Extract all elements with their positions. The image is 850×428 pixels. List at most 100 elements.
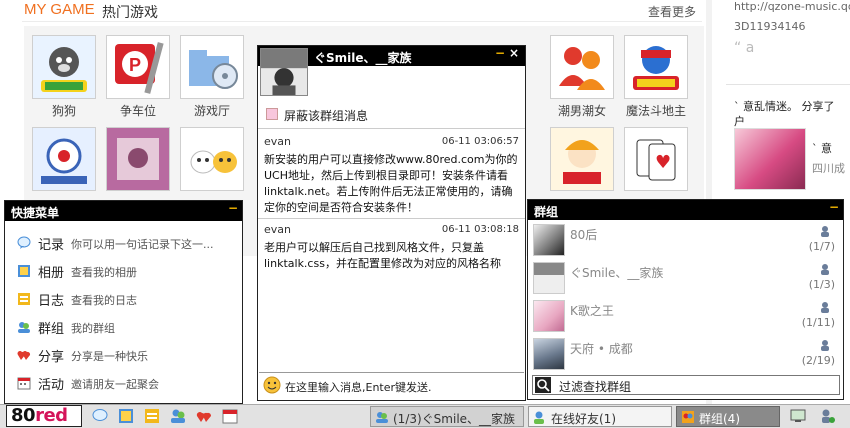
divider [726, 84, 850, 85]
message-sender[interactable]: evan [264, 135, 291, 148]
user-name[interactable]: ` 意 [812, 140, 832, 156]
rabbit-game-icon [181, 128, 243, 190]
group-list-item[interactable]: 80后 (1/7) [528, 222, 843, 258]
game-label: 争车位 [119, 104, 156, 118]
group-list-item[interactable]: K歌之王 (1/11) [528, 298, 843, 334]
taskbar-chat-tab[interactable]: (1/3)ぐSmile、__家族 [370, 406, 524, 427]
music-url[interactable]: http://qzone-music.qq [734, 0, 850, 13]
app-logo[interactable]: 80red [6, 405, 82, 427]
svg-text:♥: ♥ [655, 152, 671, 173]
chat-message: evan 06-11 03:06:57 新安装的用户可以直接修改www.80re… [258, 134, 525, 216]
game-label: 潮男潮女 [557, 104, 606, 118]
game-tile[interactable] [32, 127, 96, 191]
game-tile-arcade[interactable] [180, 35, 244, 99]
minimize-icon[interactable]: − [495, 47, 505, 59]
quick-menu-desc: 我的群组 [71, 322, 115, 335]
taskbar-online-friends-tab[interactable]: 在线好友(1) [528, 406, 672, 427]
quick-menu-label: 活动 [38, 378, 65, 393]
quick-menu-item-album[interactable]: 相册 查看我的相册 [5, 257, 242, 285]
quick-menu-desc: 邀请朋友一起聚会 [71, 378, 159, 391]
group-online-count: (1/11) [801, 316, 835, 329]
cartoon-game-icon [551, 128, 613, 190]
quick-menu-desc: 查看我的相册 [71, 266, 137, 279]
chat-title: ぐSmile、__家族 [314, 51, 412, 65]
quick-menu-title: 快捷菜单 [11, 206, 60, 220]
hearts-icon [17, 351, 31, 360]
group-avatar [533, 262, 565, 294]
calendar-icon[interactable] [222, 408, 238, 424]
hearts-icon[interactable] [196, 408, 212, 424]
quick-menu-label: 分享 [38, 350, 65, 365]
game-tile-fashion[interactable] [550, 35, 614, 99]
user-photo[interactable] [734, 128, 806, 190]
members-icon [821, 340, 829, 351]
id-text: 3D11934146 [734, 20, 806, 33]
quick-menu-panel: 快捷菜单 − 记录 你可以用一句话记录下这一... 相册 查看我的相册 日志 查… [4, 200, 243, 404]
game-tile[interactable] [180, 127, 244, 191]
game-label: 游戏厅 [193, 104, 230, 118]
game-tile-dog[interactable] [32, 35, 96, 99]
chat-tab-label: (1/3)ぐSmile、__家族 [393, 412, 516, 426]
minimize-icon[interactable]: − [228, 202, 238, 214]
game-tile-parking[interactable]: P [106, 35, 170, 99]
game-tile[interactable] [106, 127, 170, 191]
quote-text: “ a [734, 40, 755, 56]
game-tile[interactable]: ♥ [624, 127, 688, 191]
members-icon [821, 264, 829, 275]
game-tile-landlord[interactable] [624, 35, 688, 99]
game-tile[interactable] [550, 127, 614, 191]
group-list-item[interactable]: 天府 • 成都 (2/19) [528, 336, 843, 372]
group-online-count: (2/19) [801, 354, 835, 367]
close-icon[interactable]: × [509, 47, 519, 59]
smiley-icon[interactable] [263, 376, 281, 394]
mute-label: 屏蔽该群组消息 [284, 109, 369, 123]
people-game-icon [551, 36, 613, 98]
members-icon [821, 226, 829, 237]
share-line-cont: 户 [734, 115, 745, 128]
game-label: 魔法斗地主 [625, 104, 686, 118]
group-filter-input[interactable]: 过滤查找群组 [532, 375, 840, 395]
message-text: 老用户可以解压后自己找到风格文件，只复盖linktalk.css，并在配置里修改… [264, 241, 501, 270]
game-label: 狗狗 [51, 104, 76, 118]
quick-menu-label: 相册 [38, 266, 65, 281]
diary-icon[interactable] [144, 408, 160, 424]
mute-checkbox[interactable] [266, 108, 278, 120]
groups-title: 群组 [534, 205, 559, 219]
online-user-icon [534, 411, 544, 424]
quick-menu-label: 记录 [38, 238, 65, 253]
group-avatar [533, 224, 565, 256]
mute-group-toggle[interactable]: 屏蔽该群组消息 [262, 106, 523, 124]
logo-word: red [35, 405, 68, 426]
speech-bubble-icon[interactable] [92, 408, 108, 424]
group-filter-placeholder: 过滤查找群组 [559, 380, 632, 394]
see-more-link[interactable]: 查看更多 [648, 3, 696, 20]
quick-menu-item-share[interactable]: 分享 分享是一种快乐 [5, 341, 242, 369]
search-icon [535, 377, 551, 393]
album-icon[interactable] [118, 408, 134, 424]
group-icon[interactable] [170, 408, 186, 424]
quick-menu-desc: 你可以用一句话记录下这一... [71, 238, 214, 251]
group-icon [376, 412, 388, 423]
share-line: ` 意乱情迷。 分享了 [734, 100, 835, 113]
folder-game-icon [181, 36, 243, 98]
group-list-item[interactable]: ぐSmile、__家族 (1/3) [528, 260, 843, 296]
quick-menu-item-record[interactable]: 记录 你可以用一句话记录下这一... [5, 229, 242, 257]
avatar-image [261, 49, 307, 95]
quick-menu-desc: 分享是一种快乐 [71, 350, 148, 363]
parking-game-icon: P [107, 36, 169, 98]
minimize-icon[interactable]: − [829, 201, 839, 213]
user-status-icon[interactable] [820, 408, 836, 424]
divider [258, 218, 525, 219]
group-avatar [260, 48, 308, 96]
message-sender[interactable]: evan [264, 223, 291, 236]
groups-tab-label: 群组(4) [699, 412, 740, 426]
quick-menu-item-events[interactable]: 活动 邀请朋友一起聚会 [5, 369, 242, 397]
svg-text:P: P [129, 55, 141, 75]
quick-menu-item-blog[interactable]: 日志 查看我的日志 [5, 285, 242, 313]
group-online-count: (1/7) [808, 240, 835, 253]
taskbar-groups-tab[interactable]: 群组(4) [676, 406, 780, 427]
chat-input-placeholder[interactable]: 在这里输入消息,Enter键发送. [285, 379, 432, 395]
quick-menu-item-groups[interactable]: 群组 我的群组 [5, 313, 242, 341]
monitor-icon[interactable] [790, 408, 806, 424]
chat-input-bar[interactable]: 在这里输入消息,Enter键发送. [259, 372, 524, 398]
